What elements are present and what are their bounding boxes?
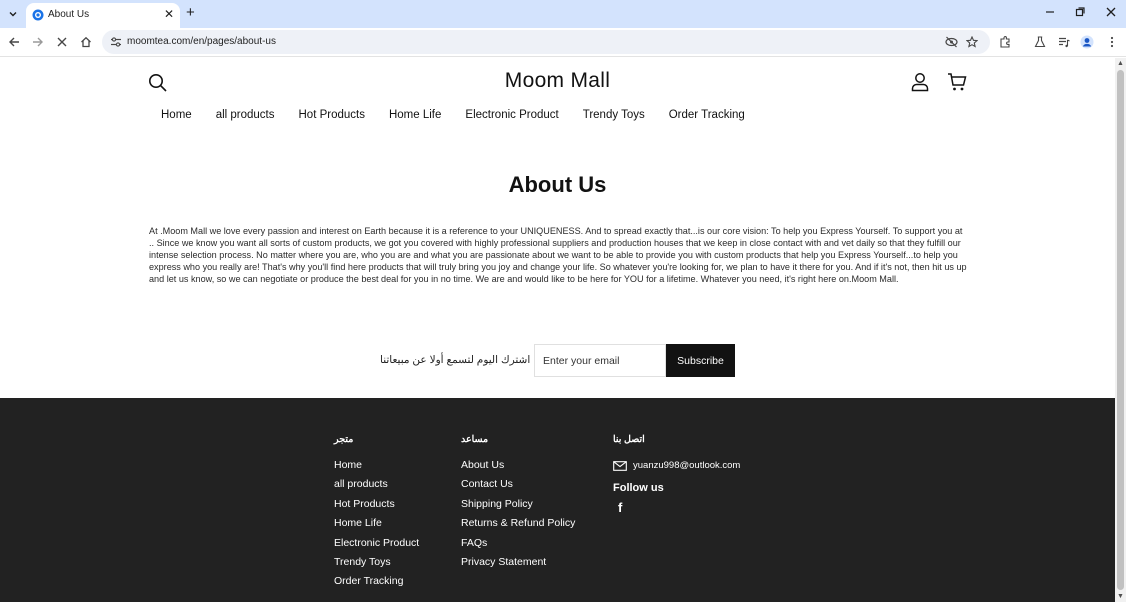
footer-link-trendy-toys[interactable]: Trendy Toys [334, 553, 419, 572]
scroll-down-arrow-icon[interactable]: ▼ [1117, 593, 1124, 600]
more-menu-icon[interactable] [1103, 33, 1121, 51]
url-text: moomtea.com/en/pages/about-us [127, 36, 276, 47]
page-title: About Us [508, 172, 607, 197]
close-window-icon[interactable] [1106, 6, 1116, 20]
nav-order-tracking[interactable]: Order Tracking [669, 109, 745, 121]
cart-icon[interactable] [947, 72, 967, 92]
main-nav: Home all products Hot Products Home Life… [161, 109, 769, 121]
nav-electronic-product[interactable]: Electronic Product [465, 109, 558, 121]
nav-hot-products[interactable]: Hot Products [299, 109, 365, 121]
nav-all-products[interactable]: all products [216, 109, 275, 121]
stop-loading-icon[interactable] [53, 33, 71, 51]
footer-link-privacy-statement[interactable]: Privacy Statement [461, 553, 575, 572]
nav-trendy-toys[interactable]: Trendy Toys [583, 109, 645, 121]
footer-help-column: مساعد About Us Contact Us Shipping Polic… [461, 434, 575, 572]
footer-link-home[interactable]: Home [334, 456, 419, 475]
tab-search-chevron-icon[interactable] [4, 5, 22, 23]
footer-link-returns-refund-policy[interactable]: Returns & Refund Policy [461, 514, 575, 533]
footer-link-about-us[interactable]: About Us [461, 456, 575, 475]
footer-link-electronic-product[interactable]: Electronic Product [334, 534, 419, 553]
profile-avatar-icon[interactable] [1078, 33, 1096, 51]
footer-link-home-life[interactable]: Home Life [334, 514, 419, 533]
newsletter-email-input[interactable] [534, 344, 666, 377]
tab-close-icon[interactable]: ✕ [164, 7, 174, 21]
forward-arrow-icon[interactable] [29, 33, 47, 51]
restore-icon[interactable] [1075, 6, 1085, 20]
footer-link-shipping-policy[interactable]: Shipping Policy [461, 495, 575, 514]
eye-slash-icon[interactable] [942, 33, 960, 51]
facebook-icon[interactable]: f [618, 500, 740, 515]
page-viewport: Moom Mall Home all products Hot Products… [0, 58, 1115, 602]
footer-link-contact-us[interactable]: Contact Us [461, 475, 575, 494]
labs-flask-icon[interactable] [1031, 33, 1049, 51]
footer-help-heading: مساعد [461, 434, 489, 445]
footer-email-text: yuanzu998@outlook.com [633, 460, 741, 471]
media-queue-icon[interactable] [1055, 33, 1073, 51]
newsletter-heading: اشترك اليوم لتسمع أولا عن مبيعاتنا [380, 354, 531, 366]
back-arrow-icon[interactable] [5, 33, 23, 51]
footer-link-hot-products[interactable]: Hot Products [334, 495, 419, 514]
scrollbar-thumb[interactable] [1117, 70, 1124, 590]
site-favicon-icon [32, 9, 44, 21]
account-icon[interactable] [910, 72, 930, 92]
nav-home[interactable]: Home [161, 109, 192, 121]
footer-shop-heading: متجر [334, 434, 354, 445]
address-bar[interactable]: moomtea.com/en/pages/about-us [102, 30, 990, 54]
site-info-tune-icon[interactable] [110, 36, 122, 48]
mail-icon [613, 460, 627, 471]
footer-contact-heading: اتصل بنا [613, 434, 645, 445]
footer-link-order-tracking[interactable]: Order Tracking [334, 572, 419, 591]
home-icon[interactable] [77, 33, 95, 51]
browser-toolbar: moomtea.com/en/pages/about-us [0, 28, 1126, 57]
about-body-text: At .Moom Mall we love every passion and … [149, 226, 967, 284]
browser-tab-bar: About Us ✕ + [0, 0, 1126, 28]
footer-shop-column: متجر Home all products Hot Products Home… [334, 434, 419, 592]
footer-link-faqs[interactable]: FAQs [461, 534, 575, 553]
page-scrollbar[interactable]: ▲ ▼ [1115, 58, 1126, 602]
bookmark-star-icon[interactable] [963, 33, 981, 51]
browser-tab[interactable]: About Us ✕ [26, 3, 180, 28]
site-footer: متجر Home all products Hot Products Home… [0, 398, 1115, 602]
minimize-icon[interactable] [1045, 6, 1055, 20]
scroll-up-arrow-icon[interactable]: ▲ [1117, 60, 1124, 67]
footer-email-row[interactable]: yuanzu998@outlook.com [613, 456, 740, 475]
follow-us-heading: Follow us [613, 482, 664, 494]
subscribe-button[interactable]: Subscribe [666, 344, 735, 377]
footer-link-all-products[interactable]: all products [334, 475, 419, 494]
footer-contact-column: اتصل بنا yuanzu998@outlook.com Follow us… [613, 434, 740, 515]
tab-title: About Us [48, 9, 90, 20]
extensions-puzzle-icon[interactable] [996, 33, 1014, 51]
new-tab-plus-icon[interactable]: + [186, 5, 195, 20]
nav-home-life[interactable]: Home Life [389, 109, 441, 121]
